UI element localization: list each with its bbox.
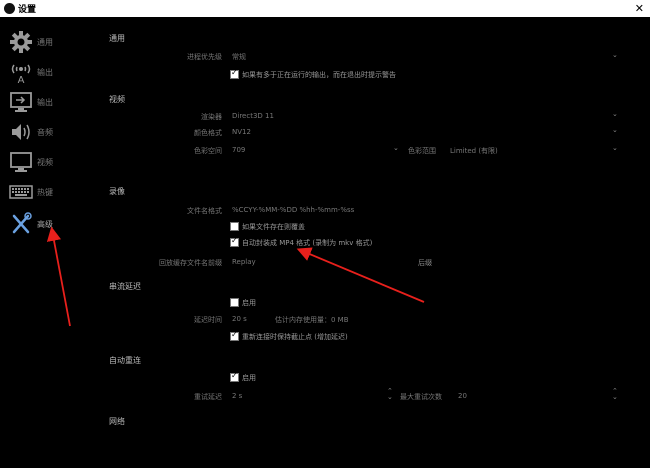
settings-content: 通用 进程优先级 常规 ⌄ 如果有多于正在运行的输出，而在退出时提示警告 视频 … bbox=[100, 18, 650, 468]
chevron-down-icon[interactable]: ⌄ bbox=[393, 144, 399, 152]
chevron-down-icon[interactable]: ⌄ bbox=[612, 144, 618, 152]
sidebar-item-label: 视频 bbox=[37, 158, 53, 167]
speaker-icon bbox=[12, 124, 30, 140]
sidebar-item-general[interactable]: 通用 bbox=[4, 28, 94, 56]
svg-text:A: A bbox=[18, 75, 25, 84]
sidebar-item-label: 热键 bbox=[37, 188, 53, 197]
auto-reconnect-enable-checkbox[interactable] bbox=[230, 371, 239, 382]
sidebar-item-output[interactable]: 输出 bbox=[4, 88, 94, 116]
color-space-select[interactable]: 709 bbox=[232, 146, 245, 154]
window-title: 设置 bbox=[18, 5, 37, 15]
delay-duration-label: 延迟时间 bbox=[194, 316, 222, 324]
sidebar-item-label: 通用 bbox=[37, 38, 53, 47]
memory-estimate-text: 估计内存使用量：0 MB bbox=[275, 316, 349, 324]
stream-delay-enable-checkbox[interactable] bbox=[230, 298, 239, 307]
auto-remux-checkbox[interactable] bbox=[230, 236, 239, 247]
process-priority-label: 进程优先级 bbox=[187, 53, 222, 61]
chevron-down-icon[interactable]: ⌄ bbox=[612, 126, 618, 134]
sidebar-item-label: 输出 bbox=[37, 68, 53, 77]
delay-duration-input[interactable]: 20 s bbox=[232, 315, 247, 323]
sidebar-item-hotkeys[interactable]: 热键 bbox=[4, 178, 94, 206]
replay-suffix-label[interactable]: 后缀 bbox=[418, 258, 432, 268]
color-space-label: 色彩空间 bbox=[194, 147, 222, 155]
section-recording-header: 录像 bbox=[109, 187, 125, 196]
section-network-header: 网络 bbox=[109, 417, 125, 426]
monitor-icon bbox=[10, 92, 32, 112]
renderer-select[interactable]: Direct3D 11 bbox=[232, 112, 274, 120]
sidebar-item-advanced[interactable]: 高级 bbox=[4, 210, 94, 238]
filename-format-label: 文件名格式 bbox=[187, 207, 222, 215]
max-retries-label: 最大重试次数 bbox=[400, 393, 442, 401]
color-format-select[interactable]: NV12 bbox=[232, 128, 251, 136]
gear-icon bbox=[10, 31, 32, 53]
sidebar-item-audio[interactable]: 音频 bbox=[4, 118, 94, 146]
chevron-down-icon[interactable]: ⌄ bbox=[612, 51, 618, 59]
retry-delay-input[interactable]: 2 s bbox=[232, 392, 242, 400]
sidebar-item-stream[interactable]: A 输出 bbox=[4, 58, 94, 86]
keyboard-icon bbox=[9, 185, 33, 199]
auto-remux-label: 自动封装成 MP4 格式 (录制为 mkv 格式) bbox=[242, 239, 373, 247]
retry-delay-label: 重试延迟 bbox=[194, 393, 222, 401]
retry-delay-stepper[interactable]: ⌃ ⌄ bbox=[387, 388, 393, 401]
process-priority-select[interactable]: 常规 bbox=[232, 52, 246, 62]
sidebar-item-label: 高级 bbox=[37, 220, 53, 229]
replay-prefix-label: 回放缓存文件名前缀 bbox=[159, 259, 222, 267]
auto-reconnect-enable-label: 启用 bbox=[242, 374, 256, 382]
section-video-header: 视频 bbox=[109, 95, 125, 104]
stream-delay-enable-label: 启用 bbox=[242, 299, 256, 307]
confirm-exit-label: 如果有多于正在运行的输出，而在退出时提示警告 bbox=[242, 71, 396, 79]
max-retries-input[interactable]: 20 bbox=[458, 392, 467, 400]
renderer-label: 渲染器 bbox=[201, 113, 222, 121]
section-auto-reconnect-header: 自动重连 bbox=[109, 356, 141, 365]
color-range-select[interactable]: Limited (有限) bbox=[450, 146, 498, 156]
app-logo-icon bbox=[4, 3, 15, 14]
sidebar-item-video[interactable]: 视频 bbox=[4, 148, 94, 176]
color-range-label: 色彩范围 bbox=[408, 147, 436, 155]
section-general-header: 通用 bbox=[109, 34, 125, 43]
chevron-down-icon[interactable]: ⌄ bbox=[612, 110, 618, 118]
filename-format-input[interactable]: %CCYY-%MM-%DD %hh-%mm-%ss bbox=[232, 206, 354, 214]
confirm-exit-checkbox[interactable] bbox=[230, 68, 239, 79]
title-bar: 设置 ✕ bbox=[0, 0, 650, 17]
section-stream-delay-header: 串流延迟 bbox=[109, 282, 141, 291]
preserve-cutoff-label: 重新连接时保持截止点 (增加延迟) bbox=[242, 333, 348, 341]
display-icon bbox=[10, 152, 32, 172]
sidebar-item-label: 输出 bbox=[37, 98, 53, 107]
tools-icon bbox=[12, 212, 32, 234]
sidebar-item-label: 音频 bbox=[37, 128, 53, 137]
max-retries-stepper[interactable]: ⌃ ⌄ bbox=[612, 388, 618, 401]
preserve-cutoff-checkbox[interactable] bbox=[230, 330, 239, 341]
replay-prefix-input[interactable]: Replay bbox=[232, 258, 256, 266]
close-icon[interactable]: ✕ bbox=[635, 0, 644, 17]
color-format-label: 颜色格式 bbox=[194, 129, 222, 137]
broadcast-icon: A bbox=[11, 64, 31, 84]
overwrite-checkbox[interactable] bbox=[230, 222, 239, 231]
overwrite-label: 如果文件存在则覆盖 bbox=[242, 223, 305, 231]
settings-sidebar: 通用 A 输出 输出 音频 视频 热键 高级 bbox=[0, 18, 100, 468]
